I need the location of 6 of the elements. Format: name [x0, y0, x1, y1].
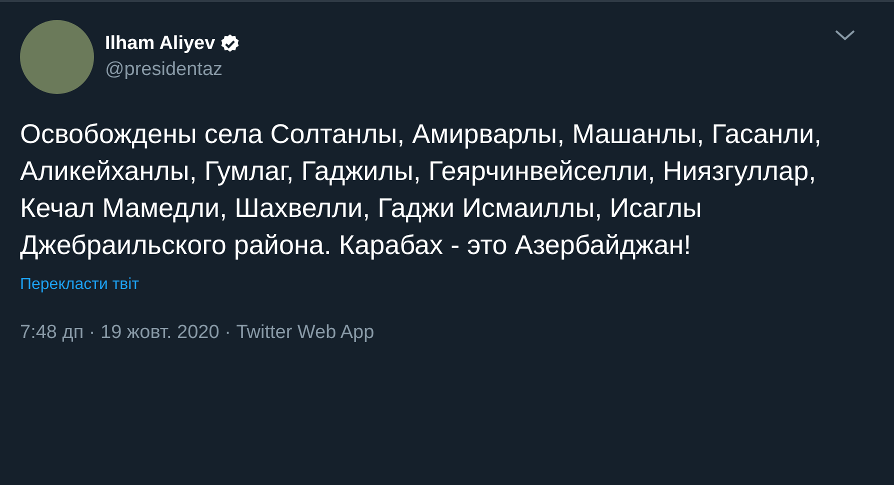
translate-link[interactable]: Перекласти твіт: [20, 276, 140, 294]
chevron-down-icon[interactable]: [834, 28, 856, 42]
tweet-timestamp: 7:48 дп · 19 жовт. 2020 · Twitter Web App: [20, 322, 376, 344]
author-name[interactable]: Ilham Aliyev: [105, 33, 216, 55]
tweet-text: Освобождены села Солтанлы, Амирварлы, Машанлы, Гасанли, Аликейханлы, Гумлаг, Гаджилы, Геярчинвейселли, Ниязгуллар, Кечал Мамедли, Шахвелли, Гаджи Исмаиллы, Исаглы Джебраильского района. Карабах - это Азербайджан!: [20, 118, 823, 262]
author-handle[interactable]: @presidentaz: [105, 59, 242, 81]
